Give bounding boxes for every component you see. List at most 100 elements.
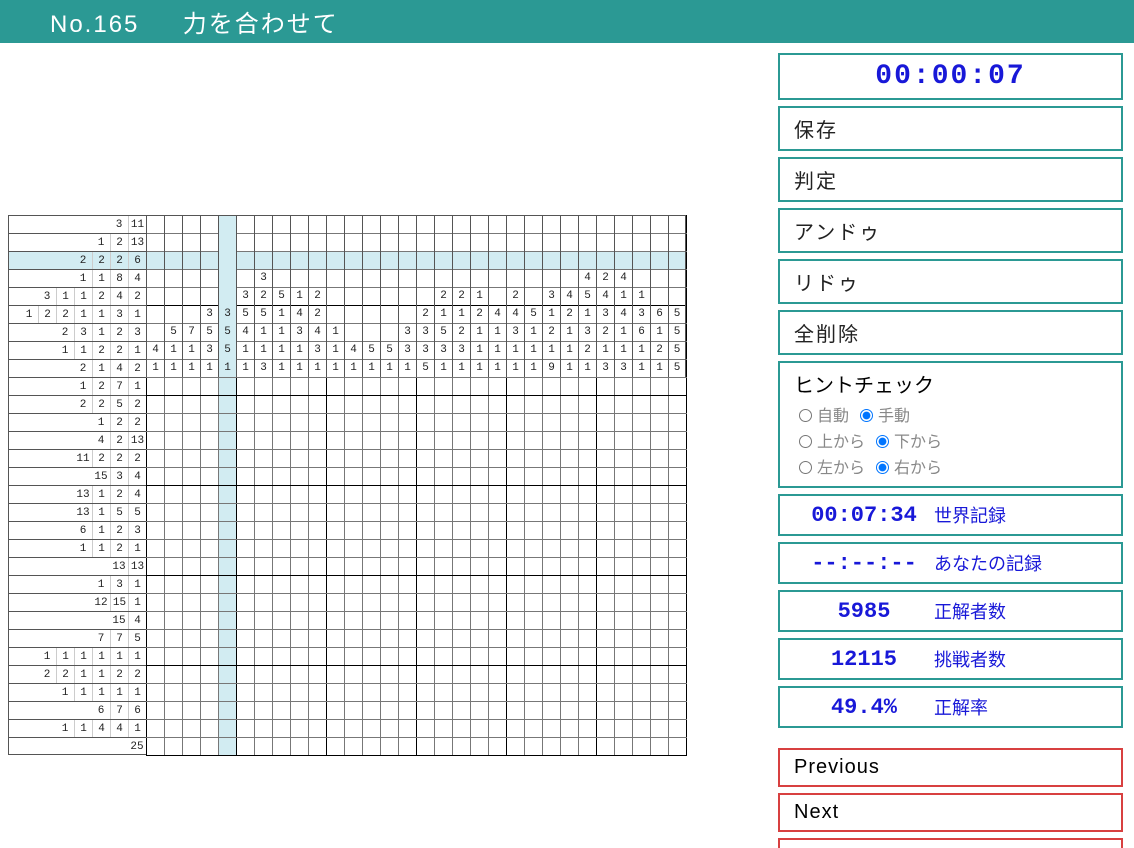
cell[interactable] (597, 738, 615, 756)
cell[interactable] (597, 558, 615, 576)
cell[interactable] (471, 558, 489, 576)
cell[interactable] (489, 702, 507, 720)
cell[interactable] (147, 666, 165, 684)
cell[interactable] (345, 504, 363, 522)
cell[interactable] (561, 576, 579, 594)
cell[interactable] (507, 432, 525, 450)
cell[interactable] (219, 558, 237, 576)
cell[interactable] (165, 720, 183, 738)
cell[interactable] (471, 648, 489, 666)
cell[interactable] (381, 720, 399, 738)
cell[interactable] (291, 540, 309, 558)
cell[interactable] (561, 738, 579, 756)
cell[interactable] (669, 576, 687, 594)
cell[interactable] (219, 396, 237, 414)
cell[interactable] (309, 576, 327, 594)
cell[interactable] (273, 702, 291, 720)
cell[interactable] (489, 612, 507, 630)
cell[interactable] (489, 486, 507, 504)
cell[interactable] (327, 396, 345, 414)
cell[interactable] (273, 720, 291, 738)
cell[interactable] (651, 414, 669, 432)
cell[interactable] (435, 738, 453, 756)
cell[interactable] (453, 720, 471, 738)
cell[interactable] (147, 720, 165, 738)
cell[interactable] (417, 468, 435, 486)
cell[interactable] (327, 630, 345, 648)
cell[interactable] (363, 648, 381, 666)
cell[interactable] (435, 702, 453, 720)
cell[interactable] (453, 630, 471, 648)
cell[interactable] (381, 450, 399, 468)
cell[interactable] (291, 504, 309, 522)
cell[interactable] (435, 396, 453, 414)
cell[interactable] (507, 630, 525, 648)
cell[interactable] (237, 702, 255, 720)
cell[interactable] (561, 486, 579, 504)
cell[interactable] (525, 666, 543, 684)
cell[interactable] (201, 432, 219, 450)
cell[interactable] (453, 738, 471, 756)
cell[interactable] (381, 468, 399, 486)
cell[interactable] (417, 612, 435, 630)
cell[interactable] (255, 576, 273, 594)
cell[interactable] (435, 540, 453, 558)
cell[interactable] (381, 558, 399, 576)
judge-button[interactable]: 判定 (778, 157, 1123, 202)
cell[interactable] (471, 486, 489, 504)
cell[interactable] (435, 468, 453, 486)
cell[interactable] (669, 612, 687, 630)
cell[interactable] (309, 540, 327, 558)
cell[interactable] (399, 468, 417, 486)
cell[interactable] (237, 450, 255, 468)
cell[interactable] (435, 414, 453, 432)
cell[interactable] (201, 738, 219, 756)
cell[interactable] (579, 612, 597, 630)
cell[interactable] (399, 684, 417, 702)
cell[interactable] (273, 648, 291, 666)
cell[interactable] (633, 378, 651, 396)
cell[interactable] (291, 702, 309, 720)
cell[interactable] (561, 666, 579, 684)
cell[interactable] (489, 684, 507, 702)
cell[interactable] (183, 486, 201, 504)
cell[interactable] (417, 540, 435, 558)
cell[interactable] (561, 702, 579, 720)
cell[interactable] (597, 684, 615, 702)
cell[interactable] (489, 594, 507, 612)
cell[interactable] (219, 702, 237, 720)
cell[interactable] (399, 558, 417, 576)
cell[interactable] (561, 450, 579, 468)
cell[interactable] (597, 450, 615, 468)
cell[interactable] (255, 594, 273, 612)
cell[interactable] (399, 702, 417, 720)
cell[interactable] (417, 702, 435, 720)
cell[interactable] (381, 738, 399, 756)
cell[interactable] (219, 576, 237, 594)
cell[interactable] (183, 720, 201, 738)
next-button[interactable]: Next (778, 793, 1123, 832)
cell[interactable] (489, 630, 507, 648)
radio-manual[interactable]: 手動 (855, 402, 910, 426)
cell[interactable] (525, 432, 543, 450)
cell[interactable] (435, 576, 453, 594)
cell[interactable] (543, 558, 561, 576)
cell[interactable] (417, 378, 435, 396)
cell[interactable] (183, 504, 201, 522)
cell[interactable] (165, 666, 183, 684)
cell[interactable] (597, 648, 615, 666)
cell[interactable] (327, 504, 345, 522)
cell[interactable] (453, 684, 471, 702)
cell[interactable] (615, 612, 633, 630)
cell[interactable] (507, 684, 525, 702)
cell[interactable] (579, 630, 597, 648)
cell[interactable] (345, 666, 363, 684)
cell[interactable] (165, 378, 183, 396)
cell[interactable] (525, 504, 543, 522)
cell[interactable] (345, 720, 363, 738)
cell[interactable] (435, 450, 453, 468)
cell[interactable] (417, 396, 435, 414)
cell[interactable] (471, 738, 489, 756)
cell[interactable] (489, 666, 507, 684)
radio-right[interactable]: 右から (871, 454, 942, 478)
